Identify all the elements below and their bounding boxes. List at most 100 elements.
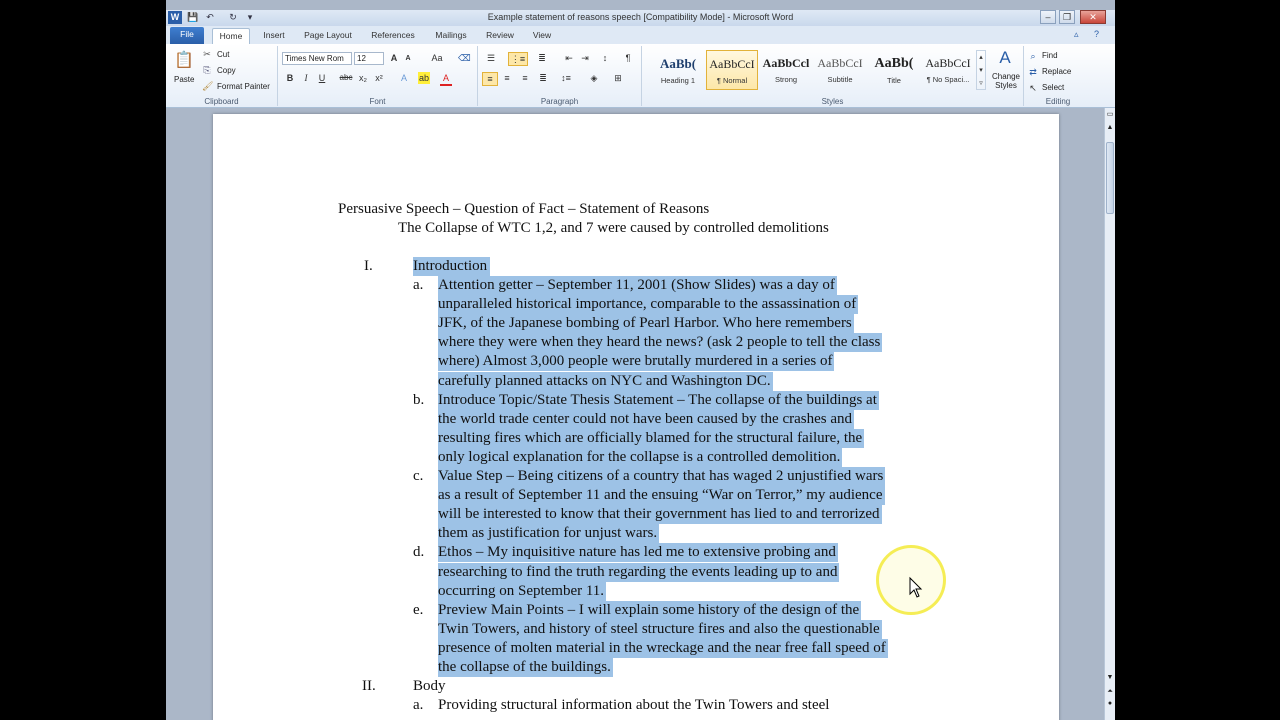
bullets-icon[interactable]: ☰ xyxy=(484,52,498,64)
style-strong[interactable]: AaBbCcl Strong xyxy=(760,50,812,90)
styles-scroll-icon[interactable]: ▴ ▾ ▿ xyxy=(976,50,986,90)
style-sample: AaBbCcI xyxy=(925,56,971,70)
align-left-icon[interactable]: ≡ xyxy=(482,72,498,86)
list-item-line: unparalleled historical importance, comp… xyxy=(438,295,859,315)
mouse-pointer-icon xyxy=(909,576,923,598)
close-button[interactable]: ✕ xyxy=(1080,10,1106,24)
tab-page-layout[interactable]: Page Layout xyxy=(300,28,356,44)
select-button[interactable]: Select xyxy=(1042,83,1064,92)
numbering-icon[interactable]: ⋮≡ xyxy=(508,52,528,66)
style-sample: AaBbCcI xyxy=(709,57,755,71)
show-formatting-icon[interactable]: ¶ xyxy=(622,52,634,64)
format-painter-icon[interactable]: 🖌 xyxy=(202,80,213,92)
paragraph-group: ☰ ⋮≡ ≣ ⇤ ⇥ ↕ ¶ ≡ ≡ ≡ ≣ ↕≡ ◈ ⊞ Paragraph xyxy=(478,46,642,106)
paragraph-label: Paragraph xyxy=(540,97,579,106)
list-item-letter: c. xyxy=(413,468,424,484)
style-heading1[interactable]: AaBb( Heading 1 xyxy=(652,50,704,90)
word-window: W 💾 ↶ ↻ ▾ Example statement of reasons s… xyxy=(166,0,1115,720)
clear-formatting-icon[interactable]: ⌫ xyxy=(458,52,471,64)
replace-icon[interactable]: ⇄ xyxy=(1028,66,1038,78)
editing-label: Editing xyxy=(1045,97,1071,106)
multilevel-list-icon[interactable]: ≣ xyxy=(534,52,550,64)
find-button[interactable]: Find xyxy=(1042,51,1058,60)
change-styles-icon[interactable]: A xyxy=(992,48,1018,68)
style-sample: AaBb( xyxy=(659,56,697,71)
font-color-icon[interactable]: A xyxy=(440,72,452,86)
document-subtitle: The Collapse of WTC 1,2, and 7 were caus… xyxy=(398,220,829,236)
list-item-line: where) Almost 3,000 people were brutally… xyxy=(438,352,835,372)
replace-button[interactable]: Replace xyxy=(1042,67,1071,76)
cut-icon[interactable]: ✂ xyxy=(202,48,212,60)
list-item-letter: a. xyxy=(413,697,424,713)
ribbon-tabs: File Home Insert Page Layout References … xyxy=(166,26,1115,44)
select-icon[interactable]: ↖ xyxy=(1028,82,1038,94)
restore-button[interactable]: ❐ xyxy=(1059,10,1075,24)
tab-home[interactable]: Home xyxy=(212,28,250,44)
list-item-letter: e. xyxy=(413,601,424,618)
font-size-combo[interactable]: 12 xyxy=(354,52,384,65)
change-case-icon[interactable]: Aa xyxy=(428,52,446,64)
shrink-font-icon[interactable]: A xyxy=(402,53,414,65)
ruler-toggle-icon[interactable]: ▭ xyxy=(1106,110,1114,118)
vertical-scrollbar[interactable]: ▭ ▲ ▼ ⏶ ● xyxy=(1104,108,1115,720)
tab-view[interactable]: View xyxy=(526,28,558,44)
paste-button[interactable]: Paste xyxy=(174,75,194,84)
strikethrough-button[interactable]: abc xyxy=(338,72,354,84)
select-browse-object-icon[interactable]: ● xyxy=(1106,700,1114,707)
scrollbar-thumb[interactable] xyxy=(1106,142,1114,214)
change-styles-button[interactable]: Change Styles xyxy=(989,72,1023,90)
list-item-line: as a result of September 11 and the ensu… xyxy=(438,486,885,506)
justify-icon[interactable]: ≣ xyxy=(536,72,550,84)
font-name-combo[interactable]: Times New Rom xyxy=(282,52,352,65)
highlight-icon[interactable]: ab xyxy=(418,72,430,84)
decrease-indent-icon[interactable]: ⇤ xyxy=(562,52,576,64)
style-sample: AaBbCcl xyxy=(762,56,810,70)
list-item-line: Preview Main Points – I will explain som… xyxy=(438,600,862,620)
increase-indent-icon[interactable]: ⇥ xyxy=(578,52,592,64)
superscript-button[interactable]: x² xyxy=(372,72,386,84)
scroll-up-icon[interactable]: ▲ xyxy=(1106,124,1114,131)
list-item-text: Providing structural information about t… xyxy=(438,697,830,713)
align-right-icon[interactable]: ≡ xyxy=(518,72,532,84)
tab-references[interactable]: References xyxy=(364,28,422,44)
list-item-line: occurring on September 11. xyxy=(438,581,607,601)
align-center-icon[interactable]: ≡ xyxy=(500,72,514,84)
text-effects-icon[interactable]: A xyxy=(398,72,410,84)
grow-font-icon[interactable]: A xyxy=(388,52,400,64)
tab-file[interactable]: File xyxy=(170,27,204,44)
line-spacing-icon[interactable]: ↕≡ xyxy=(558,72,574,84)
subscript-button[interactable]: x₂ xyxy=(356,72,370,84)
help-icon[interactable]: ? xyxy=(1094,29,1099,39)
scroll-down-icon[interactable]: ▼ xyxy=(1106,674,1114,681)
tab-mailings[interactable]: Mailings xyxy=(428,28,474,44)
minimize-button[interactable]: – xyxy=(1040,10,1056,24)
styles-label: Styles xyxy=(821,97,844,106)
copy-button[interactable]: Copy xyxy=(217,66,236,75)
font-label: Font xyxy=(369,97,386,106)
style-subtitle[interactable]: AaBbCcI Subtitle xyxy=(814,50,866,90)
cut-button[interactable]: Cut xyxy=(217,50,229,59)
style-title[interactable]: AaBb( Title xyxy=(868,50,920,90)
style-name: Strong xyxy=(774,75,798,84)
copy-icon[interactable]: ⎘ xyxy=(202,64,212,76)
font-group: Times New Rom 12 A A Aa ⌫ B I U abc x₂ x… xyxy=(278,46,478,106)
style-sample: AaBb( xyxy=(874,56,914,71)
clipboard-label: Clipboard xyxy=(204,97,239,106)
list-item-line: where they were when they heard the news… xyxy=(438,333,883,353)
paste-icon[interactable]: 📋 xyxy=(172,50,196,72)
format-painter-button[interactable]: Format Painter xyxy=(217,82,270,91)
previous-page-icon[interactable]: ⏶ xyxy=(1106,688,1114,696)
tab-insert[interactable]: Insert xyxy=(256,28,292,44)
borders-icon[interactable]: ⊞ xyxy=(610,72,626,84)
find-icon[interactable]: ⌕ xyxy=(1028,50,1038,62)
tab-review[interactable]: Review xyxy=(480,28,520,44)
document-page[interactable]: Persuasive Speech – Question of Fact – S… xyxy=(213,114,1059,720)
italic-button[interactable]: I xyxy=(300,72,312,84)
underline-button[interactable]: U xyxy=(316,72,328,84)
minimize-ribbon-icon[interactable]: ▵ xyxy=(1074,29,1079,40)
style-no-spacing[interactable]: AaBbCcI ¶ No Spaci... xyxy=(922,50,974,90)
shading-icon[interactable]: ◈ xyxy=(586,72,602,84)
style-normal[interactable]: AaBbCcI ¶ Normal xyxy=(706,50,758,90)
sort-icon[interactable]: ↕ xyxy=(598,52,612,64)
bold-button[interactable]: B xyxy=(284,72,296,84)
